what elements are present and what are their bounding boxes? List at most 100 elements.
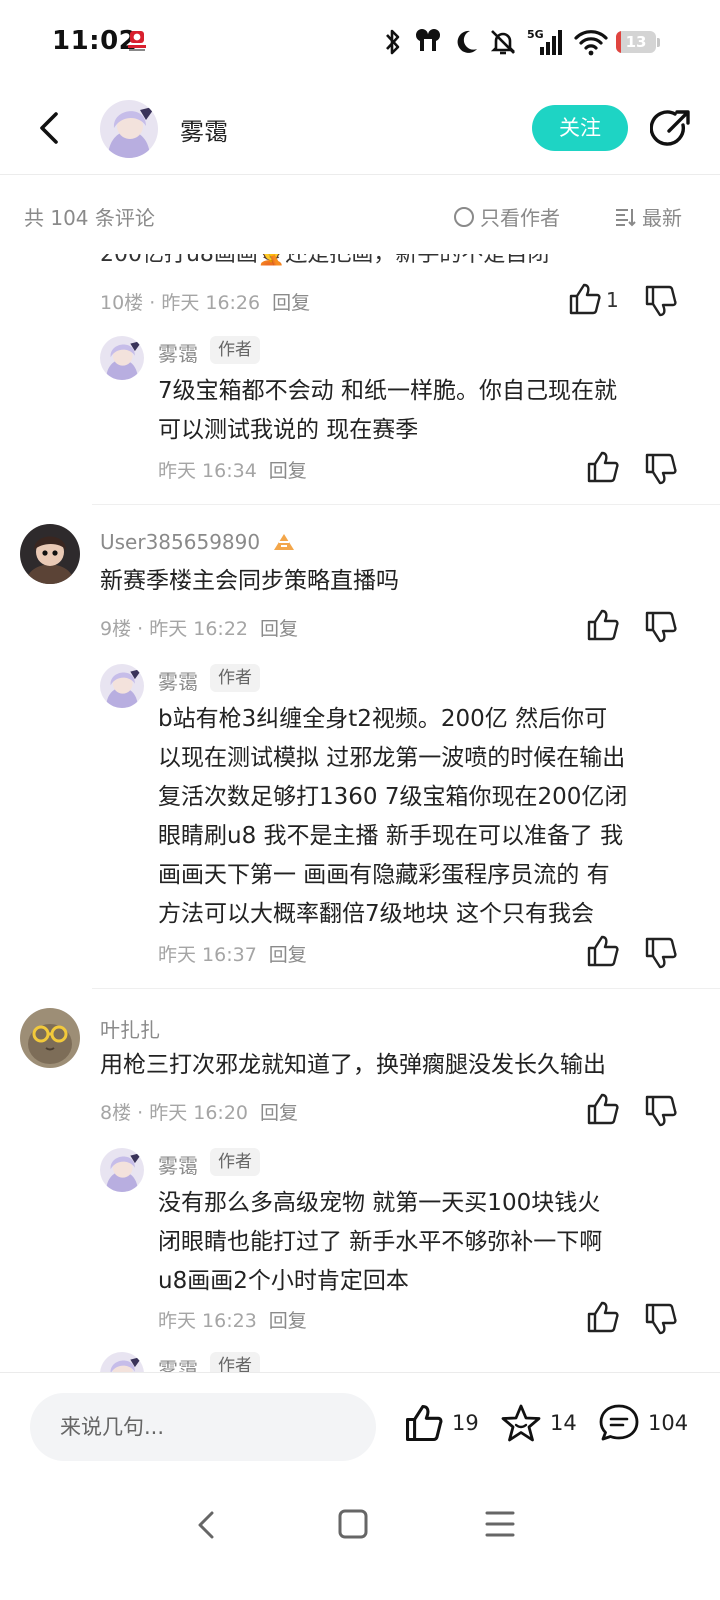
reply-author-name[interactable]: 雾霭 <box>158 1354 198 1372</box>
nav-home-icon[interactable] <box>336 1507 370 1541</box>
comment-separator <box>92 988 720 989</box>
reply-button[interactable]: 回复 <box>269 944 307 966</box>
comment-input[interactable]: 来说几句... <box>30 1393 376 1461</box>
reply-meta: 昨天 16:23 回复 <box>158 1310 307 1332</box>
status-icons: 5G 13 <box>382 26 660 58</box>
fan-badge-icon <box>274 534 294 550</box>
reply-text-line: 可以测试我说的 现在赛季 <box>158 417 419 443</box>
author-avatar[interactable] <box>100 100 158 158</box>
reply-author-name[interactable]: 雾霭 <box>158 666 198 695</box>
do-not-disturb-moon-icon <box>457 30 477 53</box>
back-arrow-icon[interactable] <box>30 106 70 150</box>
thumbs-down-icon[interactable] <box>644 610 678 644</box>
comment-separator <box>92 504 720 505</box>
comment-text: 新赛季楼主会同步策略直播吗 <box>100 568 399 594</box>
reply-button[interactable]: 回复 <box>260 618 298 640</box>
sort-dropdown[interactable]: 最新 <box>614 202 682 231</box>
bottom-action-bar: 来说几句... 19 14 104 <box>0 1373 720 1483</box>
author-tag: 作者 <box>210 336 260 364</box>
thumbs-down-icon[interactable] <box>644 936 678 970</box>
earbuds-icon <box>415 29 441 51</box>
author-avatar[interactable] <box>100 1352 144 1372</box>
author-avatar[interactable] <box>100 1148 144 1192</box>
thumbs-down-icon[interactable] <box>644 452 678 486</box>
author-tag: 作者 <box>210 1148 260 1176</box>
thumbs-down-icon[interactable] <box>644 1302 678 1336</box>
header-divider <box>0 174 720 175</box>
comment-meta: 10楼 · 昨天 16:26 回复 <box>100 292 311 314</box>
user-avatar[interactable] <box>20 1008 80 1068</box>
reply-button[interactable]: 回复 <box>272 292 310 314</box>
comment-text: 用枪三打次邪龙就知道了，换弹瘸腿没发长久输出 <box>100 1052 606 1078</box>
like-stat[interactable]: 19 <box>404 1403 479 1443</box>
comment-total: 104 <box>648 1411 689 1435</box>
author-only-label: 只看作者 <box>480 206 560 230</box>
sort-label: 最新 <box>642 206 682 230</box>
reply-text-line: 画画天下第一 画画有隐藏彩蛋程序员流的 有 <box>158 862 610 888</box>
reply-text-line: b站有枪3纠缠全身t2视频。200亿 然后你可 <box>158 706 608 732</box>
reply-meta: 昨天 16:37 回复 <box>158 944 307 966</box>
thumbs-up-icon[interactable] <box>586 608 620 642</box>
comment-list[interactable]: 200亿打u8画画🤦还是把画，新手的不是自闭 10楼 · 昨天 16:26 回复 … <box>0 254 720 1372</box>
reply-button[interactable]: 回复 <box>269 1310 307 1332</box>
comment-meta: 9楼 · 昨天 16:22 回复 <box>100 618 299 640</box>
reply-text-line: 7级宝箱都不会动 和纸一样脆。你自己现在就 <box>158 378 617 404</box>
reply-text-line: 方法可以大概率翻倍7级地块 这个只有我会 <box>158 901 594 927</box>
user-avatar[interactable] <box>20 524 80 584</box>
thumbs-up-icon[interactable] <box>568 282 602 316</box>
mute-bell-icon <box>490 30 516 55</box>
author-only-toggle[interactable]: 只看作者 <box>454 202 560 231</box>
author-name[interactable]: 雾霭 <box>180 112 228 147</box>
follow-button[interactable]: 关注 <box>532 105 628 151</box>
nav-back-icon[interactable] <box>192 1507 222 1543</box>
commenter-name[interactable]: User385659890 <box>100 530 260 554</box>
commenter-name[interactable]: 叶扎扎 <box>100 1014 160 1043</box>
reply-button[interactable]: 回复 <box>269 460 307 482</box>
comment-filter-bar: 共 104 条评论 只看作者 最新 <box>0 176 720 254</box>
sort-icon <box>616 208 636 226</box>
reply-text-line: u8画画2个小时肯定回本 <box>158 1268 409 1294</box>
system-navigation-bar <box>0 1483 720 1600</box>
reply-text-line: 闭眼睛也能打过了 新手水平不够弥补一下啊 <box>158 1229 603 1255</box>
reply-text-line: 眼睛刷u8 我不是主播 新手现在可以准备了 我 <box>158 823 624 849</box>
bluetooth-icon <box>386 29 400 55</box>
comment-bubble-icon <box>599 1404 639 1441</box>
thumbs-down-icon[interactable] <box>644 1094 678 1128</box>
like-count: 1 <box>606 288 619 312</box>
reply-author-name[interactable]: 雾霭 <box>158 338 198 367</box>
battery-indicator: 13 <box>616 31 660 53</box>
svg-text:5G: 5G <box>527 28 544 41</box>
status-bar: 11:02 5G 13 <box>0 0 720 84</box>
reply-text-line: 没有那么多高级宠物 就第一天买100块钱火 <box>158 1190 601 1216</box>
comment-stat[interactable]: 104 <box>598 1403 688 1443</box>
kfc-app-icon <box>128 31 146 51</box>
author-tag: 作者 <box>210 1352 260 1372</box>
share-icon[interactable] <box>650 108 692 150</box>
radio-circle-icon <box>454 206 474 227</box>
cell-signal-icon: 5G <box>527 28 562 55</box>
thumbs-up-icon[interactable] <box>586 934 620 968</box>
reply-button[interactable]: 回复 <box>260 1102 298 1124</box>
author-avatar[interactable] <box>100 336 144 380</box>
star-icon <box>501 1404 541 1442</box>
wifi-icon <box>574 30 608 56</box>
thumbs-up-icon[interactable] <box>586 1300 620 1334</box>
comment-meta: 8楼 · 昨天 16:20 回复 <box>100 1102 299 1124</box>
thumbs-down-icon[interactable] <box>644 284 678 318</box>
header: 雾霭 关注 <box>0 84 720 172</box>
comment-text: 200亿打u8画画🤦还是把画，新手的不是自闭 <box>100 254 550 267</box>
like-count: 19 <box>452 1411 479 1435</box>
favorite-stat[interactable]: 14 <box>500 1403 577 1443</box>
thumbs-up-icon[interactable] <box>586 1092 620 1126</box>
status-time: 11:02 <box>52 26 138 56</box>
reply-author-name[interactable]: 雾霭 <box>158 1150 198 1179</box>
comment-count: 共 104 条评论 <box>24 206 155 230</box>
reply-meta: 昨天 16:34 回复 <box>158 460 307 482</box>
nav-menu-icon[interactable] <box>484 1509 516 1539</box>
reply-text-line: 复活次数足够打1360 7级宝箱你现在200亿闭 <box>158 784 628 810</box>
battery-level: 13 <box>625 33 647 51</box>
favorite-count: 14 <box>550 1411 577 1435</box>
thumbs-up-icon[interactable] <box>586 450 620 484</box>
thumbs-up-icon <box>406 1405 443 1441</box>
author-avatar[interactable] <box>100 664 144 708</box>
